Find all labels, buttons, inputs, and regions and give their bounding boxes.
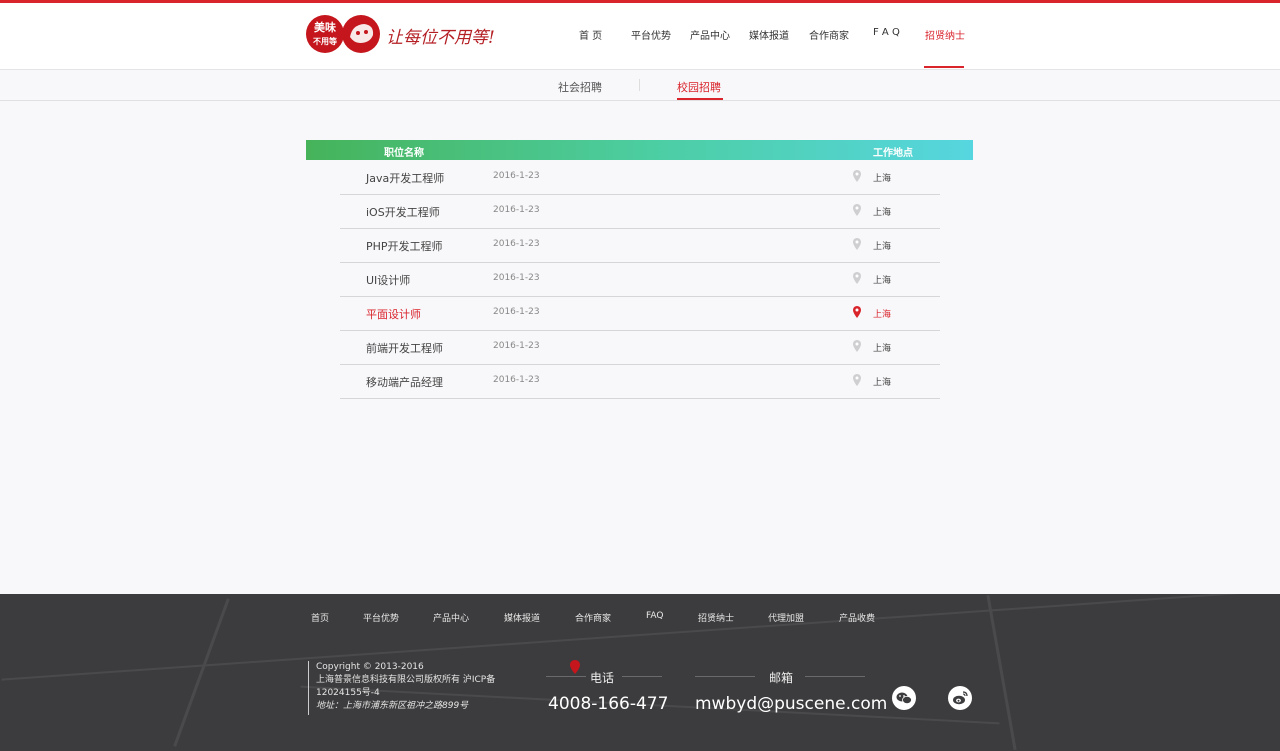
job-location: 上海 (873, 174, 892, 184)
nav-careers[interactable]: 招贤纳士 (925, 27, 965, 42)
job-title[interactable]: 移动端产品经理 (366, 374, 443, 390)
job-title[interactable]: PHP开发工程师 (366, 238, 443, 254)
table-header: 职位名称 工作地点 (306, 140, 973, 160)
job-row[interactable]: UI设计师 2016-1-23 上海 (340, 262, 940, 297)
map-road (986, 594, 1017, 751)
footer-nav-home[interactable]: 首页 (311, 611, 329, 624)
job-row[interactable]: iOS开发工程师 2016-1-23 上海 (340, 194, 940, 229)
logo-mascot-icon (342, 15, 380, 53)
job-row[interactable]: PHP开发工程师 2016-1-23 上海 (340, 228, 940, 263)
job-location: 上海 (873, 344, 892, 354)
email-address[interactable]: mwbyd@puscene.com (695, 694, 887, 714)
job-date: 2016-1-23 (493, 273, 540, 283)
nav-media[interactable]: 媒体报道 (749, 27, 789, 42)
email-divider-left (695, 676, 755, 677)
email-divider-right (805, 676, 865, 677)
wechat-icon[interactable] (892, 686, 916, 710)
job-title[interactable]: 前端开发工程师 (366, 340, 443, 356)
header-location: 工作地点 (873, 148, 913, 159)
location-pin-icon (853, 340, 861, 352)
job-title[interactable]: iOS开发工程师 (366, 204, 440, 220)
location-pin-icon (853, 238, 861, 250)
job-location: 上海 (873, 242, 892, 252)
phone-number: 4008-166-477 (548, 694, 669, 714)
address-line: 地址：上海市浦东新区祖冲之路899号 (316, 701, 469, 711)
slogan: 让每位不用等! (386, 28, 495, 48)
job-date: 2016-1-23 (493, 239, 540, 249)
weibo-icon[interactable] (948, 686, 972, 710)
job-title[interactable]: 平面设计师 (366, 306, 421, 322)
job-date: 2016-1-23 (493, 205, 540, 215)
nav-active-indicator (924, 66, 964, 68)
location-pin-icon (853, 306, 861, 318)
job-location: 上海 (873, 310, 892, 320)
footer-nav-agency[interactable]: 代理加盟 (768, 611, 804, 624)
nav-home[interactable]: 首 页 (579, 27, 602, 42)
job-row[interactable]: 前端开发工程师 2016-1-23 上海 (340, 330, 940, 365)
footer-nav-media[interactable]: 媒体报道 (504, 611, 540, 624)
header-position: 职位名称 (384, 148, 424, 159)
footer-nav-advantages[interactable]: 平台优势 (363, 611, 399, 624)
map-road (1, 594, 1279, 681)
map-pin-icon (570, 660, 580, 674)
footer-nav-products[interactable]: 产品中心 (433, 611, 469, 624)
logo-text-line2: 不用等 (313, 37, 337, 46)
phone-divider-right (622, 676, 662, 677)
tab-campus-recruitment[interactable]: 校园招聘 (677, 79, 721, 95)
footer-nav-careers[interactable]: 招贤纳士 (698, 611, 734, 624)
job-date: 2016-1-23 (493, 341, 540, 351)
job-location: 上海 (873, 208, 892, 218)
logo-text-line1: 美味 (314, 21, 336, 34)
company-line: 上海普景信息科技有限公司版权所有 沪ICP备 (316, 675, 496, 685)
logo[interactable]: 美味 不用等 让每位不用等! (306, 15, 506, 57)
location-pin-icon (853, 272, 861, 284)
footer-nav-faq[interactable]: FAQ (646, 611, 663, 621)
phone-divider-left (546, 676, 586, 677)
footer-nav-pricing[interactable]: 产品收费 (839, 611, 875, 624)
logo-badge: 美味 不用等 (306, 15, 344, 53)
copyright-line: Copyright © 2013-2016 (316, 662, 424, 672)
location-pin-icon (853, 374, 861, 386)
job-row[interactable]: 移动端产品经理 2016-1-23 上海 (340, 364, 940, 399)
job-location: 上海 (873, 378, 892, 388)
job-row[interactable]: 平面设计师 2016-1-23 上海 (340, 296, 940, 331)
subnav-divider (639, 79, 640, 91)
job-title[interactable]: UI设计师 (366, 272, 410, 288)
location-pin-icon (853, 170, 861, 182)
job-location: 上海 (873, 276, 892, 286)
job-date: 2016-1-23 (493, 171, 540, 181)
email-label: 邮箱 (769, 671, 794, 685)
map-road (173, 598, 230, 747)
location-pin-icon (853, 204, 861, 216)
nav-advantages[interactable]: 平台优势 (631, 27, 671, 42)
nav-partners[interactable]: 合作商家 (809, 27, 849, 42)
job-date: 2016-1-23 (493, 375, 540, 385)
nav-faq[interactable]: F A Q (873, 27, 900, 38)
nav-products[interactable]: 产品中心 (690, 27, 730, 42)
job-row[interactable]: Java开发工程师 2016-1-23 上海 (340, 160, 940, 195)
icp-line: 12024155号-4 (316, 688, 380, 698)
copyright-block: Copyright © 2013-2016 上海普景信息科技有限公司版权所有 沪… (308, 661, 536, 715)
job-title[interactable]: Java开发工程师 (366, 170, 444, 186)
phone-label: 电话 (590, 671, 615, 685)
footer-nav-partners[interactable]: 合作商家 (575, 611, 611, 624)
subnav: 社会招聘 校园招聘 (0, 70, 1280, 101)
tab-social-recruitment[interactable]: 社会招聘 (558, 79, 602, 95)
footer: 首页 平台优势 产品中心 媒体报道 合作商家 FAQ 招贤纳士 代理加盟 产品收… (0, 594, 1280, 751)
header: 美味 不用等 让每位不用等! 首 页 平台优势 产品中心 媒体报道 合作商家 F… (0, 3, 1280, 70)
subnav-active-indicator (677, 98, 723, 100)
job-date: 2016-1-23 (493, 307, 540, 317)
